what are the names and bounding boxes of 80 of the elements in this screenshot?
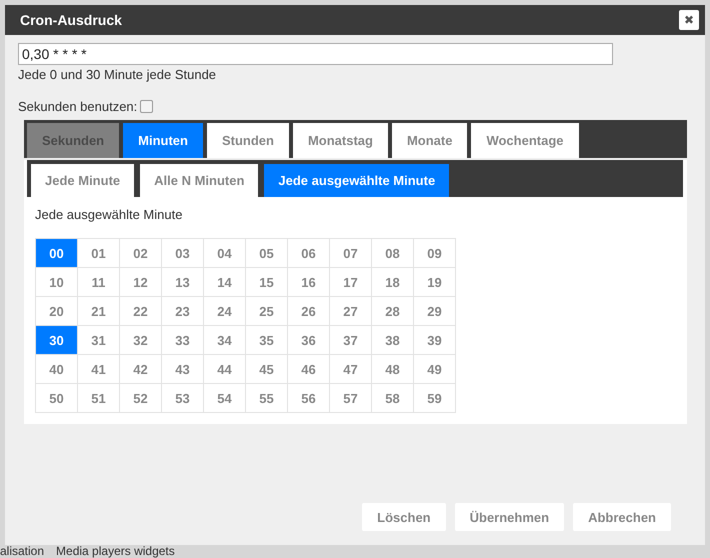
minute-cell[interactable]: 32 xyxy=(120,326,162,355)
minute-cell[interactable]: 52 xyxy=(120,384,162,413)
minute-cell[interactable]: 58 xyxy=(372,384,414,413)
minute-cell[interactable]: 13 xyxy=(162,268,204,297)
minute-cell[interactable]: 47 xyxy=(330,355,372,384)
minute-cell[interactable]: 30 xyxy=(36,326,78,355)
minute-cell[interactable]: 56 xyxy=(288,384,330,413)
tab[interactable]: Wochentage xyxy=(471,123,579,158)
minute-cell[interactable]: 11 xyxy=(78,268,120,297)
dialog-button[interactable]: Abbrechen xyxy=(573,503,671,531)
minute-cell[interactable]: 28 xyxy=(372,297,414,326)
minute-cell[interactable]: 23 xyxy=(162,297,204,326)
minute-cell[interactable]: 16 xyxy=(288,268,330,297)
minute-cell[interactable]: 49 xyxy=(414,355,456,384)
subtab[interactable]: Jede ausgewählte Minute xyxy=(264,164,450,197)
minute-cell[interactable]: 35 xyxy=(246,326,288,355)
minute-cell[interactable]: 59 xyxy=(414,384,456,413)
minute-cell[interactable]: 06 xyxy=(288,239,330,268)
minute-cell[interactable]: 41 xyxy=(78,355,120,384)
minute-cell[interactable]: 51 xyxy=(78,384,120,413)
minute-cell[interactable]: 05 xyxy=(246,239,288,268)
description-text: Jede 0 und 30 Minute jede Stunde xyxy=(18,67,218,82)
minute-cell[interactable]: 00 xyxy=(36,239,78,268)
close-button[interactable]: ✖ xyxy=(679,10,699,30)
minute-cell[interactable]: 37 xyxy=(330,326,372,355)
minute-cell[interactable]: 26 xyxy=(288,297,330,326)
subtab[interactable]: Alle N Minuten xyxy=(140,164,258,197)
minute-cell[interactable]: 57 xyxy=(330,384,372,413)
panel-heading: Jede ausgewählte Minute xyxy=(35,207,184,222)
window-title: Cron-Ausdruck xyxy=(20,12,122,28)
minute-cell[interactable]: 14 xyxy=(204,268,246,297)
minute-cell[interactable]: 38 xyxy=(372,326,414,355)
tab[interactable]: Minuten xyxy=(123,123,203,158)
minute-cell[interactable]: 04 xyxy=(204,239,246,268)
minute-cell[interactable]: 08 xyxy=(372,239,414,268)
minute-cell[interactable]: 46 xyxy=(288,355,330,384)
minute-cell[interactable]: 43 xyxy=(162,355,204,384)
minute-cell[interactable]: 09 xyxy=(414,239,456,268)
minute-cell[interactable]: 55 xyxy=(246,384,288,413)
minute-cell[interactable]: 48 xyxy=(372,355,414,384)
minute-cell[interactable]: 24 xyxy=(204,297,246,326)
tab[interactable]: Monate xyxy=(392,123,468,158)
minute-cell[interactable]: 10 xyxy=(36,268,78,297)
dialog-button[interactable]: Löschen xyxy=(362,503,446,531)
minute-cell[interactable]: 25 xyxy=(246,297,288,326)
minute-cell[interactable]: 53 xyxy=(162,384,204,413)
minute-cell[interactable]: 22 xyxy=(120,297,162,326)
minute-cell[interactable]: 44 xyxy=(204,355,246,384)
minute-cell[interactable]: 50 xyxy=(36,384,78,413)
dialog-button[interactable]: Übernehmen xyxy=(454,503,564,531)
minute-cell[interactable]: 27 xyxy=(330,297,372,326)
minute-cell[interactable]: 45 xyxy=(246,355,288,384)
minute-cell[interactable]: 54 xyxy=(204,384,246,413)
minute-cell[interactable]: 40 xyxy=(36,355,78,384)
expression-field[interactable]: 0,30 * * * * xyxy=(18,43,613,65)
background-text: alisation xyxy=(0,545,44,558)
minute-cell[interactable]: 33 xyxy=(162,326,204,355)
seconds-checkbox[interactable] xyxy=(140,100,154,113)
minute-cell[interactable]: 19 xyxy=(414,268,456,297)
background-text: Media players widgets xyxy=(56,545,175,558)
minute-cell[interactable]: 21 xyxy=(78,297,120,326)
minute-cell[interactable]: 02 xyxy=(120,239,162,268)
minute-cell[interactable]: 36 xyxy=(288,326,330,355)
minute-cell[interactable]: 17 xyxy=(330,268,372,297)
minute-cell[interactable]: 07 xyxy=(330,239,372,268)
minute-cell[interactable]: 39 xyxy=(414,326,456,355)
checkbox-label: Sekunden benutzen: xyxy=(18,99,138,114)
minute-cell[interactable]: 20 xyxy=(36,297,78,326)
minute-cell[interactable]: 34 xyxy=(204,326,246,355)
minute-cell[interactable]: 18 xyxy=(372,268,414,297)
tab[interactable]: Monatstag xyxy=(292,123,388,158)
minute-cell[interactable]: 03 xyxy=(162,239,204,268)
minute-cell[interactable]: 42 xyxy=(120,355,162,384)
tab[interactable]: Stunden xyxy=(206,123,289,158)
minute-cell[interactable]: 31 xyxy=(78,326,120,355)
subtab[interactable]: Jede Minute xyxy=(31,164,134,197)
minute-cell[interactable]: 29 xyxy=(414,297,456,326)
minute-cell[interactable]: 01 xyxy=(78,239,120,268)
minute-cell[interactable]: 15 xyxy=(246,268,288,297)
minute-cell[interactable]: 12 xyxy=(120,268,162,297)
